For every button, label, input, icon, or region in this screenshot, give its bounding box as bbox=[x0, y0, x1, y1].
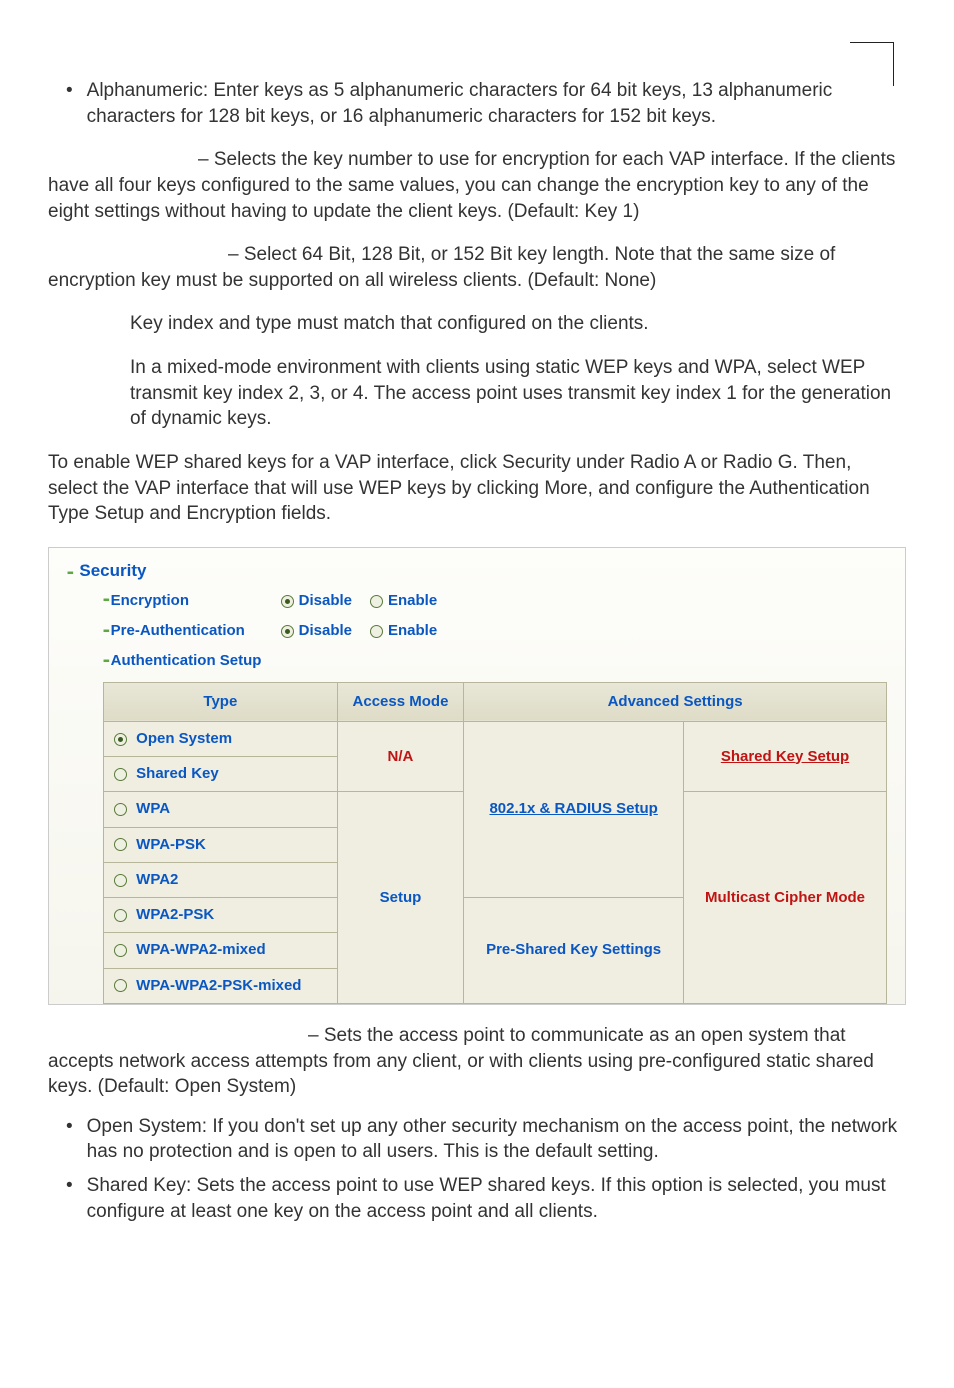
type-label: WPA-WPA2-PSK-mixed bbox=[136, 976, 301, 996]
th-type: Type bbox=[104, 682, 338, 721]
shared-key-setup-link[interactable]: Shared Key Setup bbox=[721, 748, 849, 765]
preauth-row: ▪▪▪ Pre-Authentication Disable Enable bbox=[103, 621, 887, 641]
radio-icon bbox=[281, 625, 294, 638]
encryption-label: Encryption bbox=[111, 591, 281, 611]
radio-icon bbox=[114, 838, 127, 851]
radio-label: Enable bbox=[388, 591, 437, 611]
bullet-text: Open System: If you don't set up any oth… bbox=[87, 1114, 906, 1165]
radio-icon bbox=[114, 733, 127, 746]
type-wpa2[interactable]: WPA2 bbox=[104, 862, 337, 897]
type-label: WPA-WPA2-mixed bbox=[136, 940, 265, 960]
type-wpa-wpa2-psk-mixed[interactable]: WPA-WPA2-PSK-mixed bbox=[104, 968, 337, 1003]
radius-setup-cell: 802.1x & RADIUS Setup bbox=[464, 721, 684, 897]
na-text: N/A bbox=[388, 748, 414, 765]
paragraph-after-screenshot: – Sets the access point to communicate a… bbox=[48, 1023, 906, 1100]
type-label: WPA-PSK bbox=[136, 835, 206, 855]
type-wpa-wpa2-mixed[interactable]: WPA-WPA2-mixed bbox=[104, 932, 337, 967]
setup-link[interactable]: Setup bbox=[380, 889, 422, 906]
radio-icon bbox=[370, 595, 383, 608]
radio-label: Disable bbox=[299, 591, 352, 611]
th-advanced: Advanced Settings bbox=[464, 682, 887, 721]
type-open-system[interactable]: Open System bbox=[104, 722, 337, 756]
multicast-cell: Multicast Cipher Mode bbox=[684, 792, 887, 1004]
paragraph-key-number: – Selects the key number to use for encr… bbox=[48, 147, 906, 224]
authentication-table: Type Access Mode Advanced Settings Open … bbox=[103, 682, 887, 1004]
type-wpa2-psk[interactable]: WPA2-PSK bbox=[104, 898, 337, 932]
th-access: Access Mode bbox=[337, 682, 464, 721]
bullet-text: Shared Key: Sets the access point to use… bbox=[87, 1173, 906, 1224]
type-wpa[interactable]: WPA bbox=[104, 792, 337, 826]
type-label: Shared Key bbox=[136, 764, 219, 784]
preauth-enable-radio[interactable]: Enable bbox=[370, 621, 437, 641]
list-item: Alphanumeric: Enter keys as 5 alphanumer… bbox=[48, 78, 906, 129]
radio-icon bbox=[370, 625, 383, 638]
radius-setup-link[interactable]: 802.1x & RADIUS Setup bbox=[489, 800, 657, 817]
type-label: WPA bbox=[136, 799, 170, 819]
bullet-list-2: Open System: If you don't set up any oth… bbox=[48, 1114, 906, 1225]
type-label: WPA2 bbox=[136, 870, 178, 890]
encryption-row: ▪▪▪ Encryption Disable Enable bbox=[103, 591, 887, 611]
access-setup-cell: Setup bbox=[337, 792, 464, 1004]
radio-icon bbox=[114, 909, 127, 922]
dots-icon: ▪▪▪ bbox=[103, 594, 108, 608]
type-label: WPA2-PSK bbox=[136, 905, 214, 925]
radio-icon bbox=[114, 803, 127, 816]
radio-icon bbox=[114, 944, 127, 957]
dots-icon: ▪▪▪ bbox=[67, 568, 72, 579]
list-item: Shared Key: Sets the access point to use… bbox=[48, 1173, 906, 1224]
radio-label: Disable bbox=[299, 621, 352, 641]
type-wpa-psk[interactable]: WPA-PSK bbox=[104, 827, 337, 862]
security-heading: ▪▪▪ Security bbox=[67, 560, 887, 583]
table-header-row: Type Access Mode Advanced Settings bbox=[104, 682, 887, 721]
shared-key-setup-cell: Shared Key Setup bbox=[684, 721, 887, 792]
paragraph-key-length: – Select 64 Bit, 128 Bit, or 152 Bit key… bbox=[48, 242, 906, 293]
encryption-enable-radio[interactable]: Enable bbox=[370, 591, 437, 611]
radio-icon bbox=[114, 979, 127, 992]
encryption-disable-radio[interactable]: Disable bbox=[281, 591, 352, 611]
bullet-list-1: Alphanumeric: Enter keys as 5 alphanumer… bbox=[48, 78, 906, 129]
psk-settings-label: Pre-Shared Key Settings bbox=[486, 941, 661, 958]
radio-icon bbox=[281, 595, 294, 608]
radio-label: Enable bbox=[388, 621, 437, 641]
paragraph-mixed-mode: In a mixed-mode environment with clients… bbox=[48, 355, 906, 432]
table-row: Open System Shared Key N/A 802.1x & RADI… bbox=[104, 721, 887, 792]
heading-text: Security bbox=[79, 561, 146, 580]
text: – Sets the access point to communicate a… bbox=[48, 1025, 874, 1097]
radio-icon bbox=[114, 768, 127, 781]
paragraph-enable-wep: To enable WEP shared keys for a VAP inte… bbox=[48, 450, 906, 527]
radio-icon bbox=[114, 874, 127, 887]
text: – Select 64 Bit, 128 Bit, or 152 Bit key… bbox=[48, 244, 835, 291]
multicast-label: Multicast Cipher Mode bbox=[705, 889, 865, 906]
text: – Selects the key number to use for encr… bbox=[48, 149, 895, 221]
bullet-text: Alphanumeric: Enter keys as 5 alphanumer… bbox=[87, 78, 906, 129]
dots-icon: ▪▪▪ bbox=[103, 625, 108, 639]
type-label: Open System bbox=[136, 729, 232, 749]
auth-setup-heading: ▪▪▪ Authentication Setup bbox=[103, 651, 887, 671]
preauth-label: Pre-Authentication bbox=[111, 621, 281, 641]
auth-setup-label: Authentication Setup bbox=[111, 651, 262, 671]
preauth-disable-radio[interactable]: Disable bbox=[281, 621, 352, 641]
dots-icon: ▪▪▪ bbox=[103, 655, 108, 669]
access-na: N/A bbox=[337, 721, 464, 792]
psk-settings-cell: Pre-Shared Key Settings bbox=[464, 898, 684, 1004]
security-screenshot: ▪▪▪ Security ▪▪▪ Encryption Disable Enab… bbox=[48, 547, 906, 1005]
type-shared-key[interactable]: Shared Key bbox=[104, 756, 337, 791]
page-corner-mark bbox=[850, 42, 894, 86]
paragraph-key-match: Key index and type must match that confi… bbox=[48, 311, 906, 337]
list-item: Open System: If you don't set up any oth… bbox=[48, 1114, 906, 1165]
